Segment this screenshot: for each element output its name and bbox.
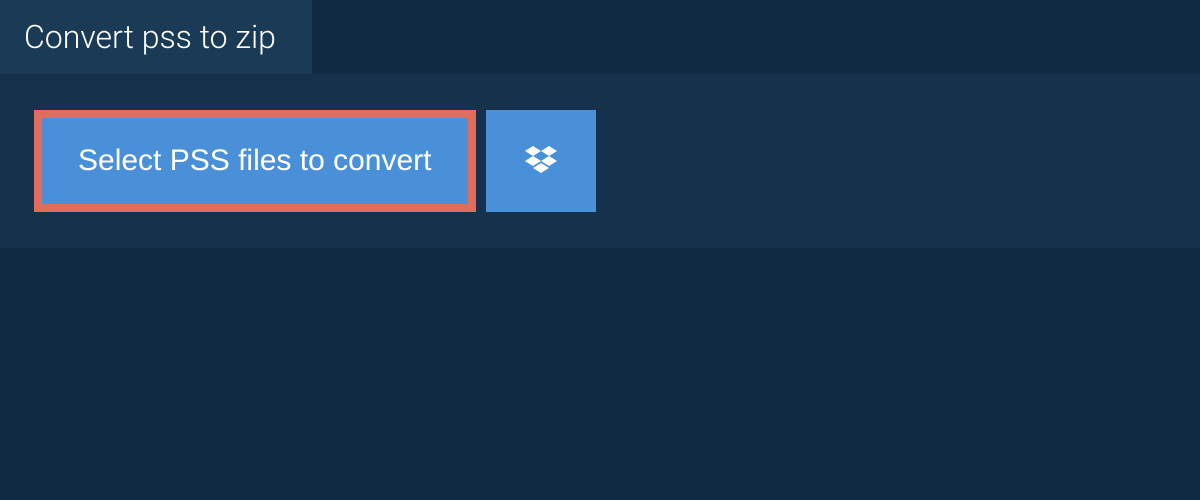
select-files-button[interactable]: Select PSS files to convert	[34, 110, 476, 212]
tab-title: Convert pss to zip	[24, 18, 276, 56]
tab-header: Convert pss to zip	[0, 0, 312, 74]
dropbox-icon	[525, 146, 557, 176]
dropbox-button[interactable]	[486, 110, 596, 212]
select-files-label: Select PSS files to convert	[78, 144, 432, 178]
button-row: Select PSS files to convert	[34, 110, 1166, 212]
content-panel: Select PSS files to convert	[0, 74, 1200, 248]
